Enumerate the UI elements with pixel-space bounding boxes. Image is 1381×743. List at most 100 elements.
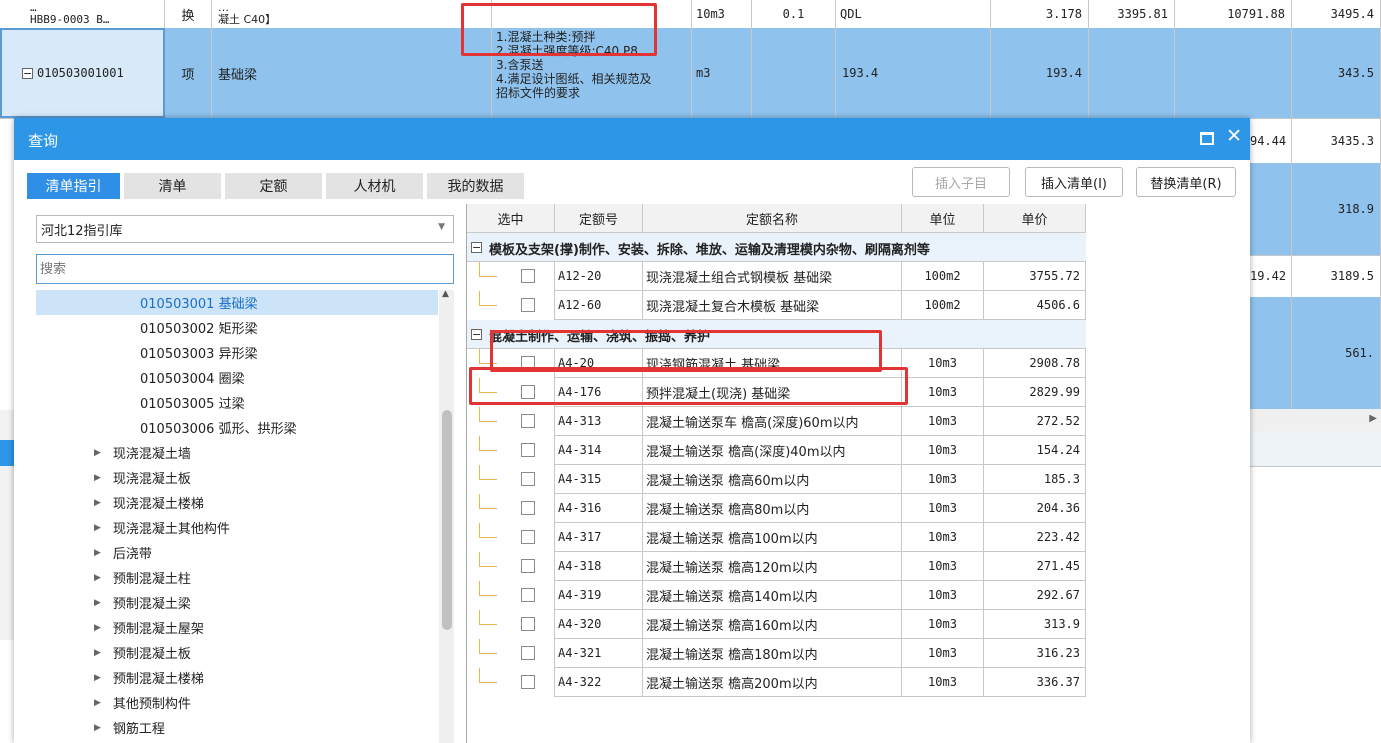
tree-item[interactable]: ▶ 预制混凝土柱: [36, 565, 438, 590]
tree-item[interactable]: 010503005 过梁: [36, 390, 438, 415]
select-checkbox[interactable]: [521, 472, 535, 486]
restore-icon[interactable]: [1200, 132, 1214, 145]
tree-item[interactable]: ▶ 现浇混凝土墙: [36, 440, 438, 465]
expand-arrow-icon[interactable]: ▶: [94, 673, 101, 683]
quota-name: 混凝土输送泵 檐高120m以内: [643, 552, 902, 581]
select-checkbox[interactable]: [521, 617, 535, 631]
select-checkbox[interactable]: [521, 588, 535, 602]
tab-labor-material[interactable]: 人材机: [326, 173, 423, 199]
tab-my-data[interactable]: 我的数据: [427, 173, 524, 199]
tree-item[interactable]: 010503002 矩形梁: [36, 315, 438, 340]
table-row[interactable]: 19.42 3189.5: [1250, 255, 1381, 298]
table-row[interactable]: A4-321 混凝土输送泵 檐高180m以内 10m3 316.23: [467, 639, 1086, 668]
col-header[interactable]: 单价: [984, 204, 1086, 233]
horizontal-scrollbar[interactable]: ▶: [1250, 409, 1381, 432]
table-row[interactable]: A4-319 混凝土输送泵 檐高140m以内 10m3 292.67: [467, 581, 1086, 610]
quota-unit: 10m3: [902, 668, 984, 697]
group-row[interactable]: − 混凝土制作、运输、浇筑、振捣、养护: [467, 320, 1086, 349]
tree-item[interactable]: ▶ 预制混凝土板: [36, 640, 438, 665]
table-row[interactable]: A12-60 现浇混凝土复合木模板 基础梁 100m2 4506.6: [467, 291, 1086, 320]
tree-item[interactable]: ▶ 其他预制构件: [36, 690, 438, 715]
select-checkbox[interactable]: [521, 675, 535, 689]
select-checkbox[interactable]: [521, 646, 535, 660]
quota-price: 3755.72: [984, 262, 1086, 291]
table-row[interactable]: … HBB9-0003 B… 换 … 凝土 C40】 10m3 0.1 QDL …: [0, 0, 1381, 29]
table-row[interactable]: A4-176 预拌混凝土(现浇) 基础梁 10m3 2829.99: [467, 378, 1086, 407]
col-header[interactable]: 定额名称: [643, 204, 902, 233]
table-row[interactable]: A4-316 混凝土输送泵 檐高80m以内 10m3 204.36: [467, 494, 1086, 523]
tree-item[interactable]: ▶ 现浇混凝土其他构件: [36, 515, 438, 540]
tab-list-guide[interactable]: 清单指引: [27, 173, 120, 199]
expand-arrow-icon[interactable]: ▶: [94, 598, 101, 608]
table-row[interactable]: 318.9: [1250, 163, 1381, 256]
tree-scrollbar[interactable]: ▲: [439, 289, 454, 743]
table-row-selected[interactable]: − 010503001001 项 基础梁 1.混凝土种类:预拌 2.混凝土强度等…: [0, 28, 1381, 119]
table-row[interactable]: A4-318 混凝土输送泵 檐高120m以内 10m3 271.45: [467, 552, 1086, 581]
table-row[interactable]: A4-315 混凝土输送泵 檐高60m以内 10m3 185.3: [467, 465, 1086, 494]
expand-arrow-icon[interactable]: ▶: [94, 648, 101, 658]
scrollbar-thumb[interactable]: [442, 410, 452, 630]
tree-item[interactable]: ▶ 预制混凝土梁: [36, 590, 438, 615]
col-header[interactable]: 选中: [467, 204, 555, 233]
select-checkbox[interactable]: [521, 414, 535, 428]
replace-list-button[interactable]: 替换清单(R): [1136, 167, 1236, 197]
expand-arrow-icon[interactable]: ▶: [94, 473, 101, 483]
insert-list-button[interactable]: 插入清单(I): [1025, 167, 1123, 197]
collapse-box-icon[interactable]: −: [471, 329, 482, 340]
tree-item[interactable]: ▶ 现浇混凝土楼梯: [36, 490, 438, 515]
table-row[interactable]: 561.: [1250, 297, 1381, 410]
table-row[interactable]: 94.44 3435.3: [1250, 118, 1381, 164]
expand-arrow-icon[interactable]: ▶: [94, 448, 101, 458]
tree-item[interactable]: 010503003 异形梁: [36, 340, 438, 365]
close-icon[interactable]: ✕: [1226, 125, 1242, 147]
tree-item[interactable]: ▶ 现浇混凝土板: [36, 465, 438, 490]
col-header[interactable]: 定额号: [555, 204, 643, 233]
select-checkbox[interactable]: [521, 356, 535, 370]
quota-price: 292.67: [984, 581, 1086, 610]
tree-item[interactable]: 010503001 基础梁: [36, 290, 438, 315]
expand-arrow-icon[interactable]: ▶: [94, 573, 101, 583]
select-checkbox[interactable]: [521, 298, 535, 312]
select-checkbox[interactable]: [521, 559, 535, 573]
tab-list[interactable]: 清单: [124, 173, 221, 199]
select-checkbox[interactable]: [521, 269, 535, 283]
table-row[interactable]: A4-20 现浇钢筋混凝土 基础梁 10m3 2908.78: [467, 349, 1086, 378]
expand-arrow-icon[interactable]: ▶: [94, 523, 101, 533]
expand-arrow-icon[interactable]: ▶: [94, 498, 101, 508]
table-row[interactable]: A4-320 混凝土输送泵 檐高160m以内 10m3 313.9: [467, 610, 1086, 639]
quota-price: 272.52: [984, 407, 1086, 436]
tree-item[interactable]: 010503004 圈梁: [36, 365, 438, 390]
collapse-box-icon[interactable]: −: [22, 67, 33, 79]
table-row[interactable]: A4-322 混凝土输送泵 檐高200m以内 10m3 336.37: [467, 668, 1086, 697]
expand-arrow-icon[interactable]: ▶: [94, 698, 101, 708]
tree-item[interactable]: 010503006 弧形、拱形梁: [36, 415, 438, 440]
expand-arrow-icon[interactable]: ▶: [94, 623, 101, 633]
tree-item[interactable]: ▶ 钢筋工程: [36, 715, 438, 740]
insert-child-button[interactable]: 插入子目: [912, 167, 1010, 197]
select-checkbox[interactable]: [521, 443, 535, 457]
select-checkbox[interactable]: [521, 501, 535, 515]
dropdown-arrow-icon[interactable]: ▼: [438, 222, 445, 232]
quota-price: 313.9: [984, 610, 1086, 639]
select-checkbox[interactable]: [521, 530, 535, 544]
library-select[interactable]: 河北12指引库 ▼: [36, 215, 454, 243]
expand-arrow-icon[interactable]: ▶: [94, 723, 101, 733]
dialog-titlebar[interactable]: 查询 ✕: [14, 118, 1250, 160]
expand-arrow-icon[interactable]: ▶: [94, 548, 101, 558]
group-row[interactable]: − 模板及支架(撑)制作、安装、拆除、堆放、运输及清理模内杂物、刷隔离剂等: [467, 233, 1086, 262]
quota-code: A4-313: [555, 407, 643, 436]
table-row[interactable]: A4-313 混凝土输送泵车 檐高(深度)60m以内 10m3 272.52: [467, 407, 1086, 436]
tab-quota[interactable]: 定额: [225, 173, 322, 199]
tree-item[interactable]: ▶ 预制混凝土楼梯: [36, 665, 438, 690]
select-checkbox[interactable]: [521, 385, 535, 399]
table-row[interactable]: A12-20 现浇混凝土组合式钢模板 基础梁 100m2 3755.72: [467, 262, 1086, 291]
scroll-right-icon[interactable]: ▶: [1369, 413, 1377, 424]
collapse-box-icon[interactable]: −: [471, 242, 482, 253]
table-row[interactable]: A4-314 混凝土输送泵 檐高(深度)40m以内 10m3 154.24: [467, 436, 1086, 465]
col-header[interactable]: 单位: [902, 204, 984, 233]
scroll-up-icon[interactable]: ▲: [442, 289, 449, 299]
search-input[interactable]: [36, 254, 454, 284]
tree-item[interactable]: ▶ 后浇带: [36, 540, 438, 565]
table-row[interactable]: A4-317 混凝土输送泵 檐高100m以内 10m3 223.42: [467, 523, 1086, 552]
tree-item[interactable]: ▶ 预制混凝土屋架: [36, 615, 438, 640]
